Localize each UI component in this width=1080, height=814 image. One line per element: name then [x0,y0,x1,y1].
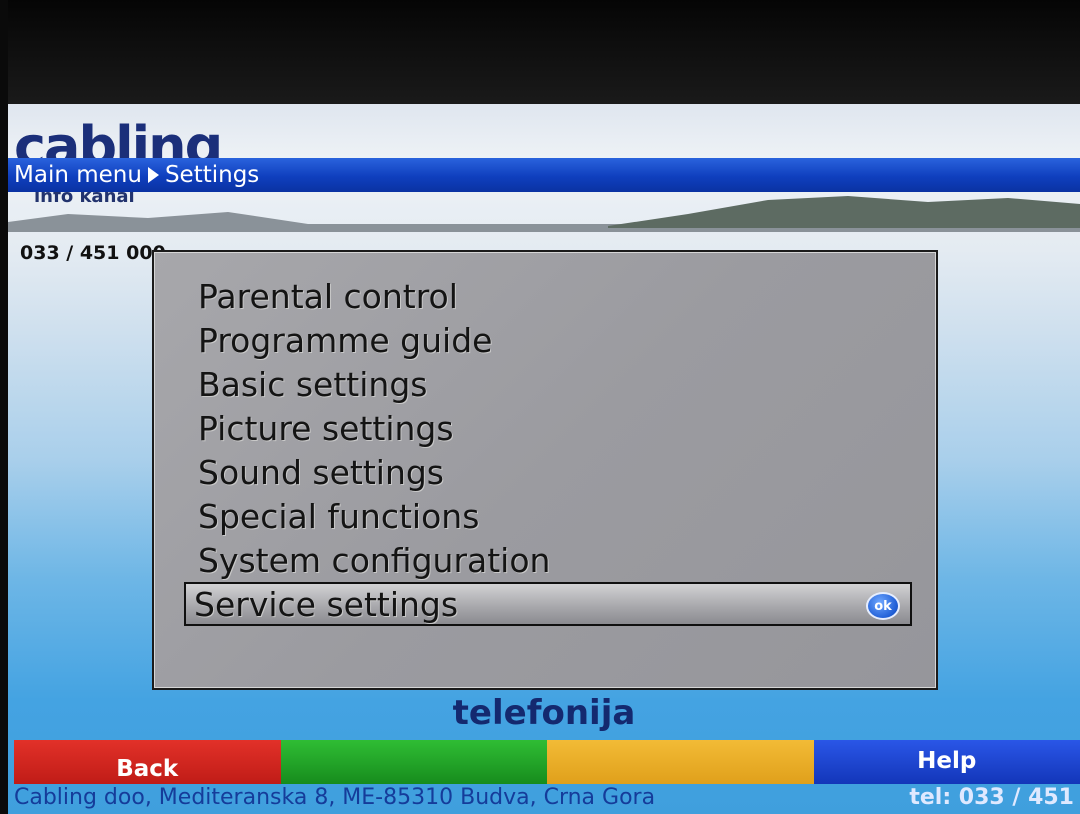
ok-button-icon: ok [866,592,900,620]
address-tel: tel: 033 / 451 [909,784,1074,810]
company-address-ticker: Cabling doo, Mediteranska 8, ME-85310 Bu… [8,780,1080,814]
promo-text: telefonija [452,693,636,733]
coast-landscape [8,196,1080,232]
menu-item-label: Programme guide [198,320,493,360]
yellow-key-button[interactable] [547,740,814,784]
color-key-bar: Back Help [14,740,1080,784]
tv-screen: cabling info kanal Main menu Settings 03… [8,0,1080,814]
menu-item-basic-settings[interactable]: Basic settings [188,362,912,406]
menu-item-label: Service settings [194,584,459,624]
red-key-back-button[interactable]: Back [14,740,281,784]
menu-item-parental-control[interactable]: Parental control [188,274,912,318]
breadcrumb-current: Settings [164,162,260,188]
settings-menu: Parental control Programme guide Basic s… [184,274,912,626]
menu-item-picture-settings[interactable]: Picture settings [188,406,912,450]
menu-item-system-configuration[interactable]: System configuration [188,538,912,582]
contact-phone: 033 / 451 000 [20,242,166,264]
menu-item-label: System configuration [198,540,551,580]
menu-item-sound-settings[interactable]: Sound settings [188,450,912,494]
menu-item-label: Special functions [198,496,480,536]
breadcrumb: Main menu Settings [8,158,1080,192]
breadcrumb-separator-icon [147,167,159,183]
menu-item-programme-guide[interactable]: Programme guide [188,318,912,362]
blue-key-help-button[interactable]: Help [813,740,1080,784]
menu-item-label: Sound settings [198,452,445,492]
address-text: Cabling doo, Mediteranska 8, ME-85310 Bu… [14,784,656,810]
green-key-button[interactable] [280,740,547,784]
menu-item-label: Parental control [198,276,458,316]
top-black-band [8,0,1080,104]
menu-item-special-functions[interactable]: Special functions [188,494,912,538]
menu-item-service-settings[interactable]: Service settings ok [184,582,912,626]
settings-menu-panel: Parental control Programme guide Basic s… [152,250,938,690]
breadcrumb-root[interactable]: Main menu [14,162,142,188]
menu-item-label: Basic settings [198,364,428,404]
menu-item-label: Picture settings [198,408,454,448]
